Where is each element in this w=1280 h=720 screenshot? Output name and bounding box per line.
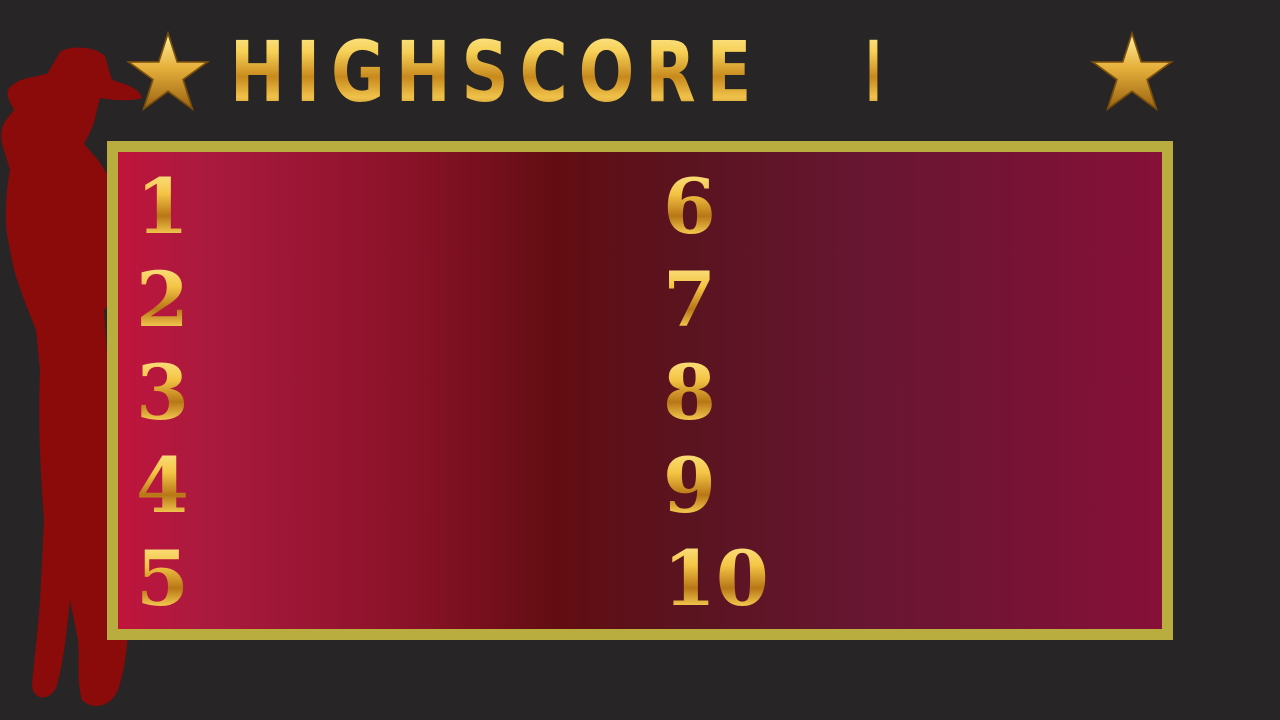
highscore-screen: HIGHSCORE BOARD 1 2 3 4 5 6 7 8 9 10 [0, 0, 1280, 720]
rank-label: 10 [663, 534, 769, 623]
rank-label: 5 [136, 534, 189, 623]
rank-label: 3 [136, 348, 189, 437]
rank-label: 6 [663, 162, 716, 251]
rank-label: 2 [136, 255, 189, 344]
rank-label: 7 [663, 255, 716, 344]
highscore-board: 1 2 3 4 5 6 7 8 9 10 [107, 141, 1173, 640]
rank-label: 9 [663, 441, 716, 530]
rank-label: 1 [136, 162, 189, 251]
rank-label: 8 [663, 348, 716, 437]
star-icon [1090, 30, 1174, 112]
rank-label: 4 [136, 441, 189, 530]
star-icon [126, 30, 210, 112]
page-title: HIGHSCORE BOARD [230, 23, 1178, 121]
